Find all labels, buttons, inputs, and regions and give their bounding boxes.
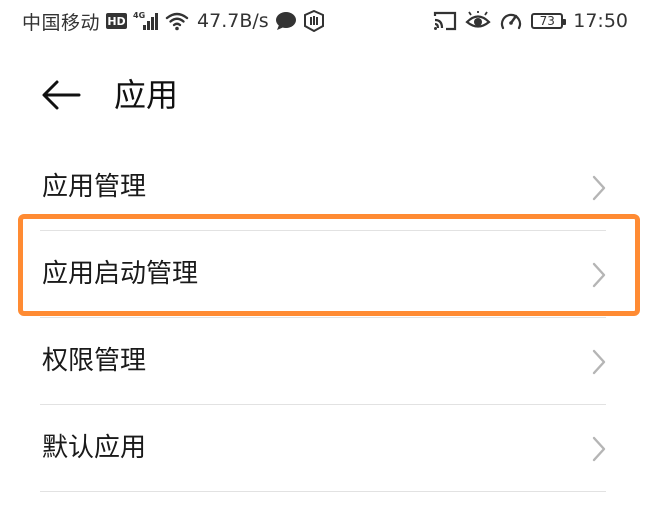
chevron-right-icon (592, 436, 606, 462)
list-item-label: 默认应用 (42, 433, 147, 463)
battery-icon: 73 (531, 13, 567, 29)
chevron-right-icon (592, 262, 606, 288)
status-bar-right: 73 17:50 (433, 6, 628, 36)
list-item-label: 应用管理 (42, 172, 147, 202)
signal-4g-icon: 4G (133, 11, 159, 31)
status-bar-left: 中国移动 HD 4G 47.7B/s (22, 6, 325, 36)
carrier-label: 中国移动 (22, 11, 101, 34)
settings-list: 应用管理 应用启动管理 权限管理 默认应用 (0, 144, 650, 492)
list-item-label: 应用启动管理 (42, 259, 199, 289)
cast-icon (433, 11, 457, 31)
status-bar: 中国移动 HD 4G 47.7B/s 73 17:50 (0, 0, 650, 40)
hd-icon: HD (106, 13, 128, 29)
clock-label: 17:50 (573, 10, 628, 32)
list-item-label: 权限管理 (42, 346, 147, 376)
list-item-app-launch-management[interactable]: 应用启动管理 (0, 231, 650, 318)
wifi-icon (165, 11, 189, 31)
page-title: 应用 (114, 76, 179, 114)
shield-hand-icon (303, 10, 325, 32)
app-header: 应用 (0, 60, 650, 130)
list-item-app-management[interactable]: 应用管理 (0, 144, 650, 231)
battery-level-label: 73 (539, 14, 555, 28)
list-item-permission-management[interactable]: 权限管理 (0, 318, 650, 405)
network-type-label: 4G (133, 11, 145, 20)
settings-screen: 中国移动 HD 4G 47.7B/s 73 17:50 应用 应用管理 应用启动… (0, 0, 650, 514)
eye-icon (465, 11, 491, 31)
net-speed-label: 47.7B/s (197, 10, 269, 32)
arrow-left-icon (41, 79, 81, 111)
chevron-right-icon (592, 349, 606, 375)
chevron-right-icon (592, 175, 606, 201)
divider (40, 491, 606, 492)
back-button[interactable] (36, 72, 86, 118)
list-item-default-apps[interactable]: 默认应用 (0, 405, 650, 492)
chat-bubble-icon (275, 11, 297, 31)
speedometer-icon (499, 10, 523, 32)
